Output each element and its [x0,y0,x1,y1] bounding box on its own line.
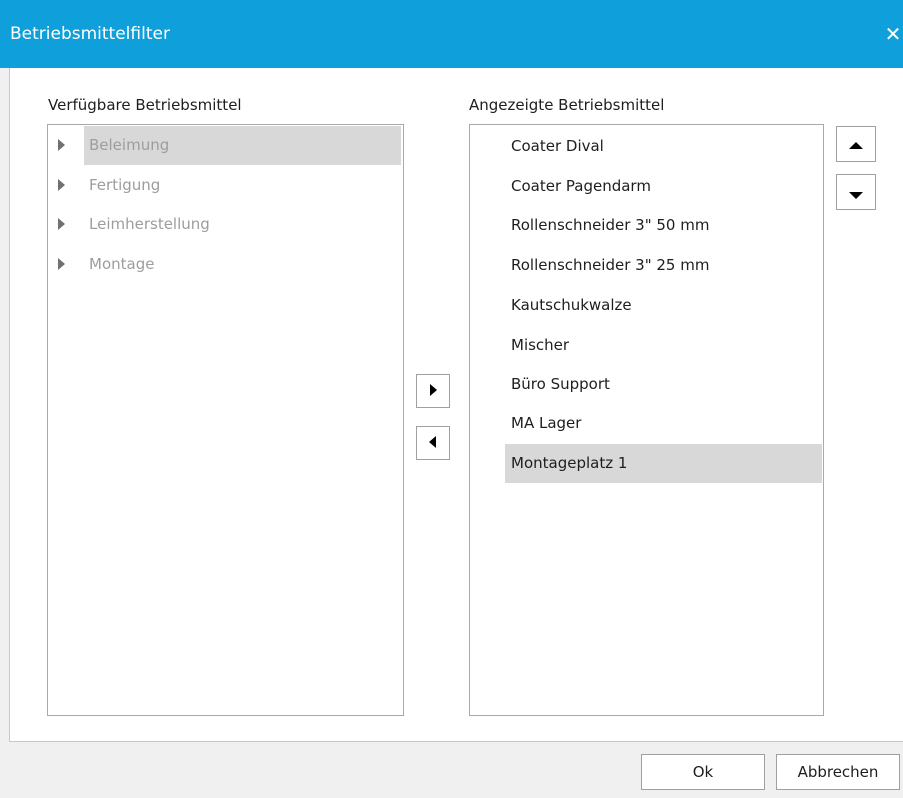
expand-icon[interactable] [58,258,65,270]
tree-item-leimherstellung[interactable]: Leimherstellung [48,205,401,244]
displayed-label: Angezeigte Betriebsmittel [469,96,665,114]
list-item-label: Coater Dival [511,137,604,155]
expand-icon[interactable] [58,218,65,230]
dialog-content: Verfügbare Betriebsmittel Beleimung Fert… [9,68,903,742]
tree-item-label: Leimherstellung [89,215,210,233]
tree-item-fertigung[interactable]: Fertigung [48,166,401,205]
triangle-right-icon [430,384,437,396]
tree-item-label: Montage [89,255,155,273]
tree-item-montage[interactable]: Montage [48,245,401,284]
expand-icon[interactable] [58,179,65,191]
tree-item-beleimung[interactable]: Beleimung [48,126,401,165]
cancel-button[interactable]: Abbrechen [776,754,900,790]
move-right-button[interactable] [416,374,450,408]
move-up-button[interactable] [836,126,876,162]
displayed-list[interactable]: Coater Dival Coater Pagendarm Rollenschn… [469,124,824,716]
list-item[interactable]: Rollenschneider 3" 25 mm [505,246,822,285]
expand-icon[interactable] [58,139,65,151]
tree-item-label: Fertigung [89,176,161,194]
triangle-down-icon [849,192,863,199]
triangle-left-icon [429,436,436,448]
close-icon[interactable]: ✕ [883,20,903,48]
list-item-label: Mischer [511,336,570,354]
list-item[interactable]: Coater Pagendarm [505,167,822,206]
list-item-label: Kautschukwalze [511,296,632,314]
move-down-button[interactable] [836,174,876,210]
window-title: Betriebsmittelfilter [10,24,170,44]
triangle-up-icon [849,142,863,149]
list-item[interactable]: Coater Dival [505,127,822,166]
list-item-label: Rollenschneider 3" 25 mm [511,256,710,274]
title-bar: Betriebsmittelfilter ✕ [0,0,903,68]
move-left-button[interactable] [416,426,450,460]
list-item[interactable]: Montageplatz 1 [505,444,822,483]
list-item-label: Büro Support [511,375,610,393]
available-tree[interactable]: Beleimung Fertigung Leimherstellung Mont… [47,124,404,716]
available-label: Verfügbare Betriebsmittel [48,96,242,114]
list-item[interactable]: Kautschukwalze [505,286,822,325]
ok-button[interactable]: Ok [641,754,765,790]
tree-item-label: Beleimung [89,136,170,154]
list-item-label: Rollenschneider 3" 50 mm [511,216,710,234]
list-item-label: Montageplatz 1 [511,454,628,472]
list-item-label: Coater Pagendarm [511,177,651,195]
list-item-label: MA Lager [511,414,582,432]
list-item[interactable]: Mischer [505,326,822,365]
list-item[interactable]: MA Lager [505,404,822,443]
list-item[interactable]: Büro Support [505,365,822,404]
list-item[interactable]: Rollenschneider 3" 50 mm [505,206,822,245]
